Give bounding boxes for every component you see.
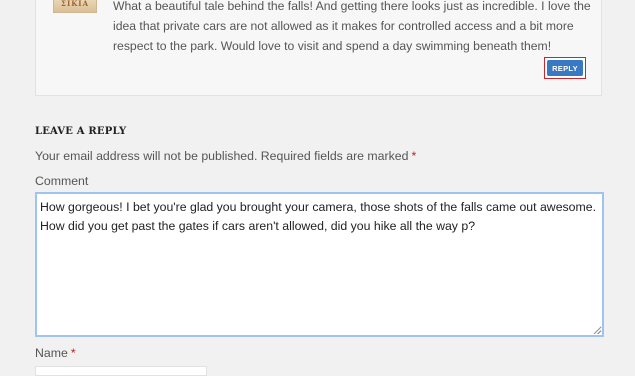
comment-textarea[interactable]: How gorgeous! I bet you're glad you brou… (35, 192, 604, 337)
name-input[interactable] (35, 366, 207, 376)
required-marker: * (411, 149, 417, 163)
comment-notes-text: Your email address will not be published… (35, 149, 409, 163)
avatar-text: ΣΙΚΙΑ (61, 0, 90, 8)
reply-button-label[interactable]: REPLY (547, 60, 583, 76)
name-label: Name * (35, 346, 76, 360)
comment-label: Comment (35, 174, 89, 188)
comment-text: What a beautiful tale behind the falls! … (113, 0, 591, 53)
name-label-text: Name (35, 346, 68, 360)
required-marker: * (70, 346, 76, 360)
reply-button[interactable]: REPLY (544, 57, 586, 79)
avatar: ΣΙΚΙΑ (53, 0, 97, 13)
leave-reply-heading: LEAVE A REPLY (35, 126, 127, 137)
comment-notes: Your email address will not be published… (35, 149, 416, 163)
comment-card: ΣΙΚΙΑ What a beautiful tale behind the f… (35, 0, 602, 96)
